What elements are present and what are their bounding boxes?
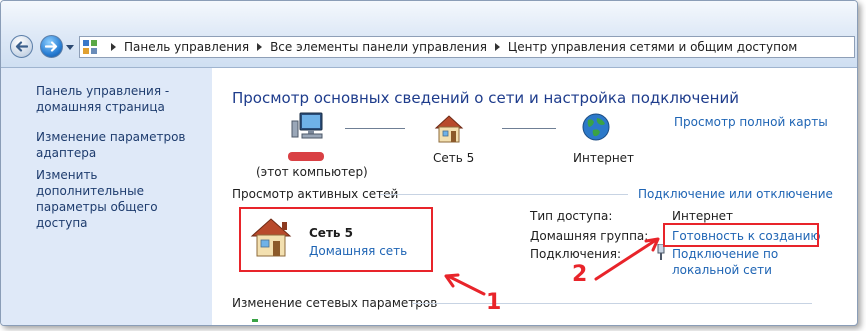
explorer-window: Панель управления Все элементы панели уп… bbox=[0, 0, 858, 326]
house-icon bbox=[433, 114, 465, 144]
page-title: Просмотр основных сведений о сети и наст… bbox=[232, 89, 739, 107]
sidebar-item-advanced-sharing-settings[interactable]: Изменить дополнительные параметры общего… bbox=[36, 167, 206, 231]
connect-disconnect-link[interactable]: Подключение или отключение bbox=[638, 187, 833, 201]
breadcrumb-separator-icon bbox=[111, 43, 116, 51]
map-connector-line bbox=[502, 128, 556, 129]
main-content: Просмотр основных сведений о сети и наст… bbox=[212, 68, 857, 325]
connection-lan-link-line1[interactable]: Подключение по bbox=[672, 247, 778, 261]
breadcrumb-item-all-items[interactable]: Все элементы панели управления bbox=[270, 40, 487, 54]
view-full-map-link[interactable]: Просмотр полной карты bbox=[674, 115, 828, 129]
back-arrow-icon bbox=[15, 41, 28, 52]
change-settings-heading: Изменение сетевых параметров bbox=[232, 296, 438, 310]
homegroup-label: Домашняя группа: bbox=[530, 229, 649, 243]
callout-number-1: 1 bbox=[486, 290, 502, 315]
connection-lan-link-line2[interactable]: локальной сети bbox=[672, 263, 772, 277]
breadcrumb-item-network-center[interactable]: Центр управления сетями и общим доступом bbox=[508, 40, 797, 54]
map-internet-label: Интернет bbox=[573, 151, 635, 165]
breadcrumb-separator-icon bbox=[257, 43, 263, 51]
section-divider bbox=[412, 303, 812, 304]
breadcrumb-item-control-panel[interactable]: Панель управления bbox=[124, 40, 249, 54]
chevron-down-icon bbox=[66, 44, 74, 50]
toolbar: Панель управления Все элементы панели уп… bbox=[1, 1, 857, 68]
map-network-label: Сеть 5 bbox=[433, 151, 475, 165]
breadcrumb-separator-icon bbox=[494, 43, 500, 51]
sidebar-item-change-adapter-settings[interactable]: Изменение параметров адаптера bbox=[36, 129, 206, 161]
back-button[interactable] bbox=[10, 35, 33, 58]
sidebar: Панель управления - домашняя страница Из… bbox=[1, 68, 212, 325]
forward-arrow-icon bbox=[45, 41, 58, 52]
recent-pages-dropdown[interactable] bbox=[65, 42, 75, 52]
active-networks-heading: Просмотр активных сетей bbox=[232, 187, 399, 201]
access-type-label: Тип доступа: bbox=[530, 209, 613, 223]
connections-label: Подключения: bbox=[530, 247, 622, 261]
address-bar[interactable]: Панель управления Все элементы панели уп… bbox=[79, 36, 855, 58]
sidebar-item-control-panel-home[interactable]: Панель управления - домашняя страница bbox=[36, 83, 206, 115]
callout-number-2: 2 bbox=[572, 262, 588, 287]
access-type-value: Интернет bbox=[672, 209, 734, 223]
highlight-box-homegroup bbox=[663, 223, 819, 247]
globe-icon bbox=[581, 112, 611, 142]
computer-name-redacted bbox=[288, 152, 324, 161]
map-computer-label: (этот компьютер) bbox=[256, 165, 368, 179]
section-divider bbox=[380, 194, 628, 195]
highlight-box-network bbox=[239, 207, 433, 272]
computer-icon bbox=[290, 111, 324, 141]
control-panel-icon bbox=[83, 40, 97, 54]
setting-item-partial bbox=[252, 319, 258, 322]
forward-button[interactable] bbox=[40, 35, 63, 58]
map-connector-line bbox=[345, 128, 405, 129]
